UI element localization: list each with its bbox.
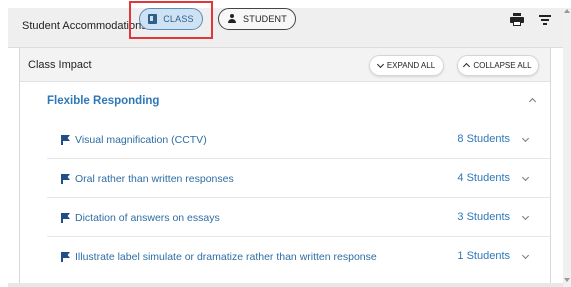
item-count: 8 Students	[457, 133, 510, 145]
bottom-edge	[8, 283, 563, 287]
person-icon	[227, 14, 237, 24]
scroll-down-arrow[interactable]	[564, 278, 570, 282]
chevron-down-icon[interactable]	[521, 251, 530, 260]
chevron-down-icon[interactable]	[521, 134, 530, 143]
item-label: Illustrate label simulate or dramatize r…	[75, 251, 377, 263]
list-item[interactable]: Oral rather than written responses 4 Stu…	[47, 159, 550, 198]
class-toggle-highlight	[129, 1, 213, 39]
item-label: Visual magnification (CCTV)	[75, 134, 207, 146]
item-label: Dictation of answers on essays	[75, 212, 220, 224]
panel-title: Class Impact	[28, 59, 92, 71]
group-header-flexible-responding[interactable]: Flexible Responding	[20, 82, 550, 120]
chevron-down-icon	[376, 60, 384, 68]
flag-icon	[61, 135, 70, 145]
student-toggle-button[interactable]: STUDENT	[218, 8, 296, 30]
scrollbar[interactable]	[563, 8, 571, 287]
list-item[interactable]: Illustrate label simulate or dramatize r…	[47, 237, 550, 276]
item-count: 3 Students	[457, 211, 510, 223]
expand-all-label: EXPAND ALL	[386, 61, 436, 70]
flag-icon	[61, 174, 70, 184]
expand-all-button[interactable]: EXPAND ALL	[369, 55, 444, 76]
flag-icon	[61, 252, 70, 262]
student-toggle-label: STUDENT	[243, 14, 287, 24]
chevron-up-icon	[463, 62, 471, 71]
item-label: Oral rather than written responses	[75, 173, 234, 185]
collapse-all-button[interactable]: COLLAPSE ALL	[457, 55, 539, 76]
flag-icon	[61, 213, 70, 223]
chevron-down-icon[interactable]	[521, 212, 530, 221]
item-count: 1 Students	[457, 250, 510, 262]
list-item[interactable]: Visual magnification (CCTV) 8 Students	[47, 120, 550, 159]
chevron-down-icon[interactable]	[521, 173, 530, 182]
group-title: Flexible Responding	[47, 95, 160, 107]
panel-header: Class Impact EXPAND ALL COLLAPSE ALL	[20, 48, 550, 82]
print-icon[interactable]	[510, 13, 524, 26]
accommodation-list: Visual magnification (CCTV) 8 Students O…	[20, 120, 550, 276]
scroll-up-arrow[interactable]	[564, 9, 570, 13]
filter-icon[interactable]	[539, 14, 551, 25]
collapse-all-label: COLLAPSE ALL	[473, 61, 532, 70]
list-item[interactable]: Dictation of answers on essays 3 Student…	[47, 198, 550, 237]
chevron-up-icon[interactable]	[528, 97, 537, 106]
class-impact-panel: Class Impact EXPAND ALL COLLAPSE ALL Fle…	[19, 48, 551, 286]
item-count: 4 Students	[457, 172, 510, 184]
